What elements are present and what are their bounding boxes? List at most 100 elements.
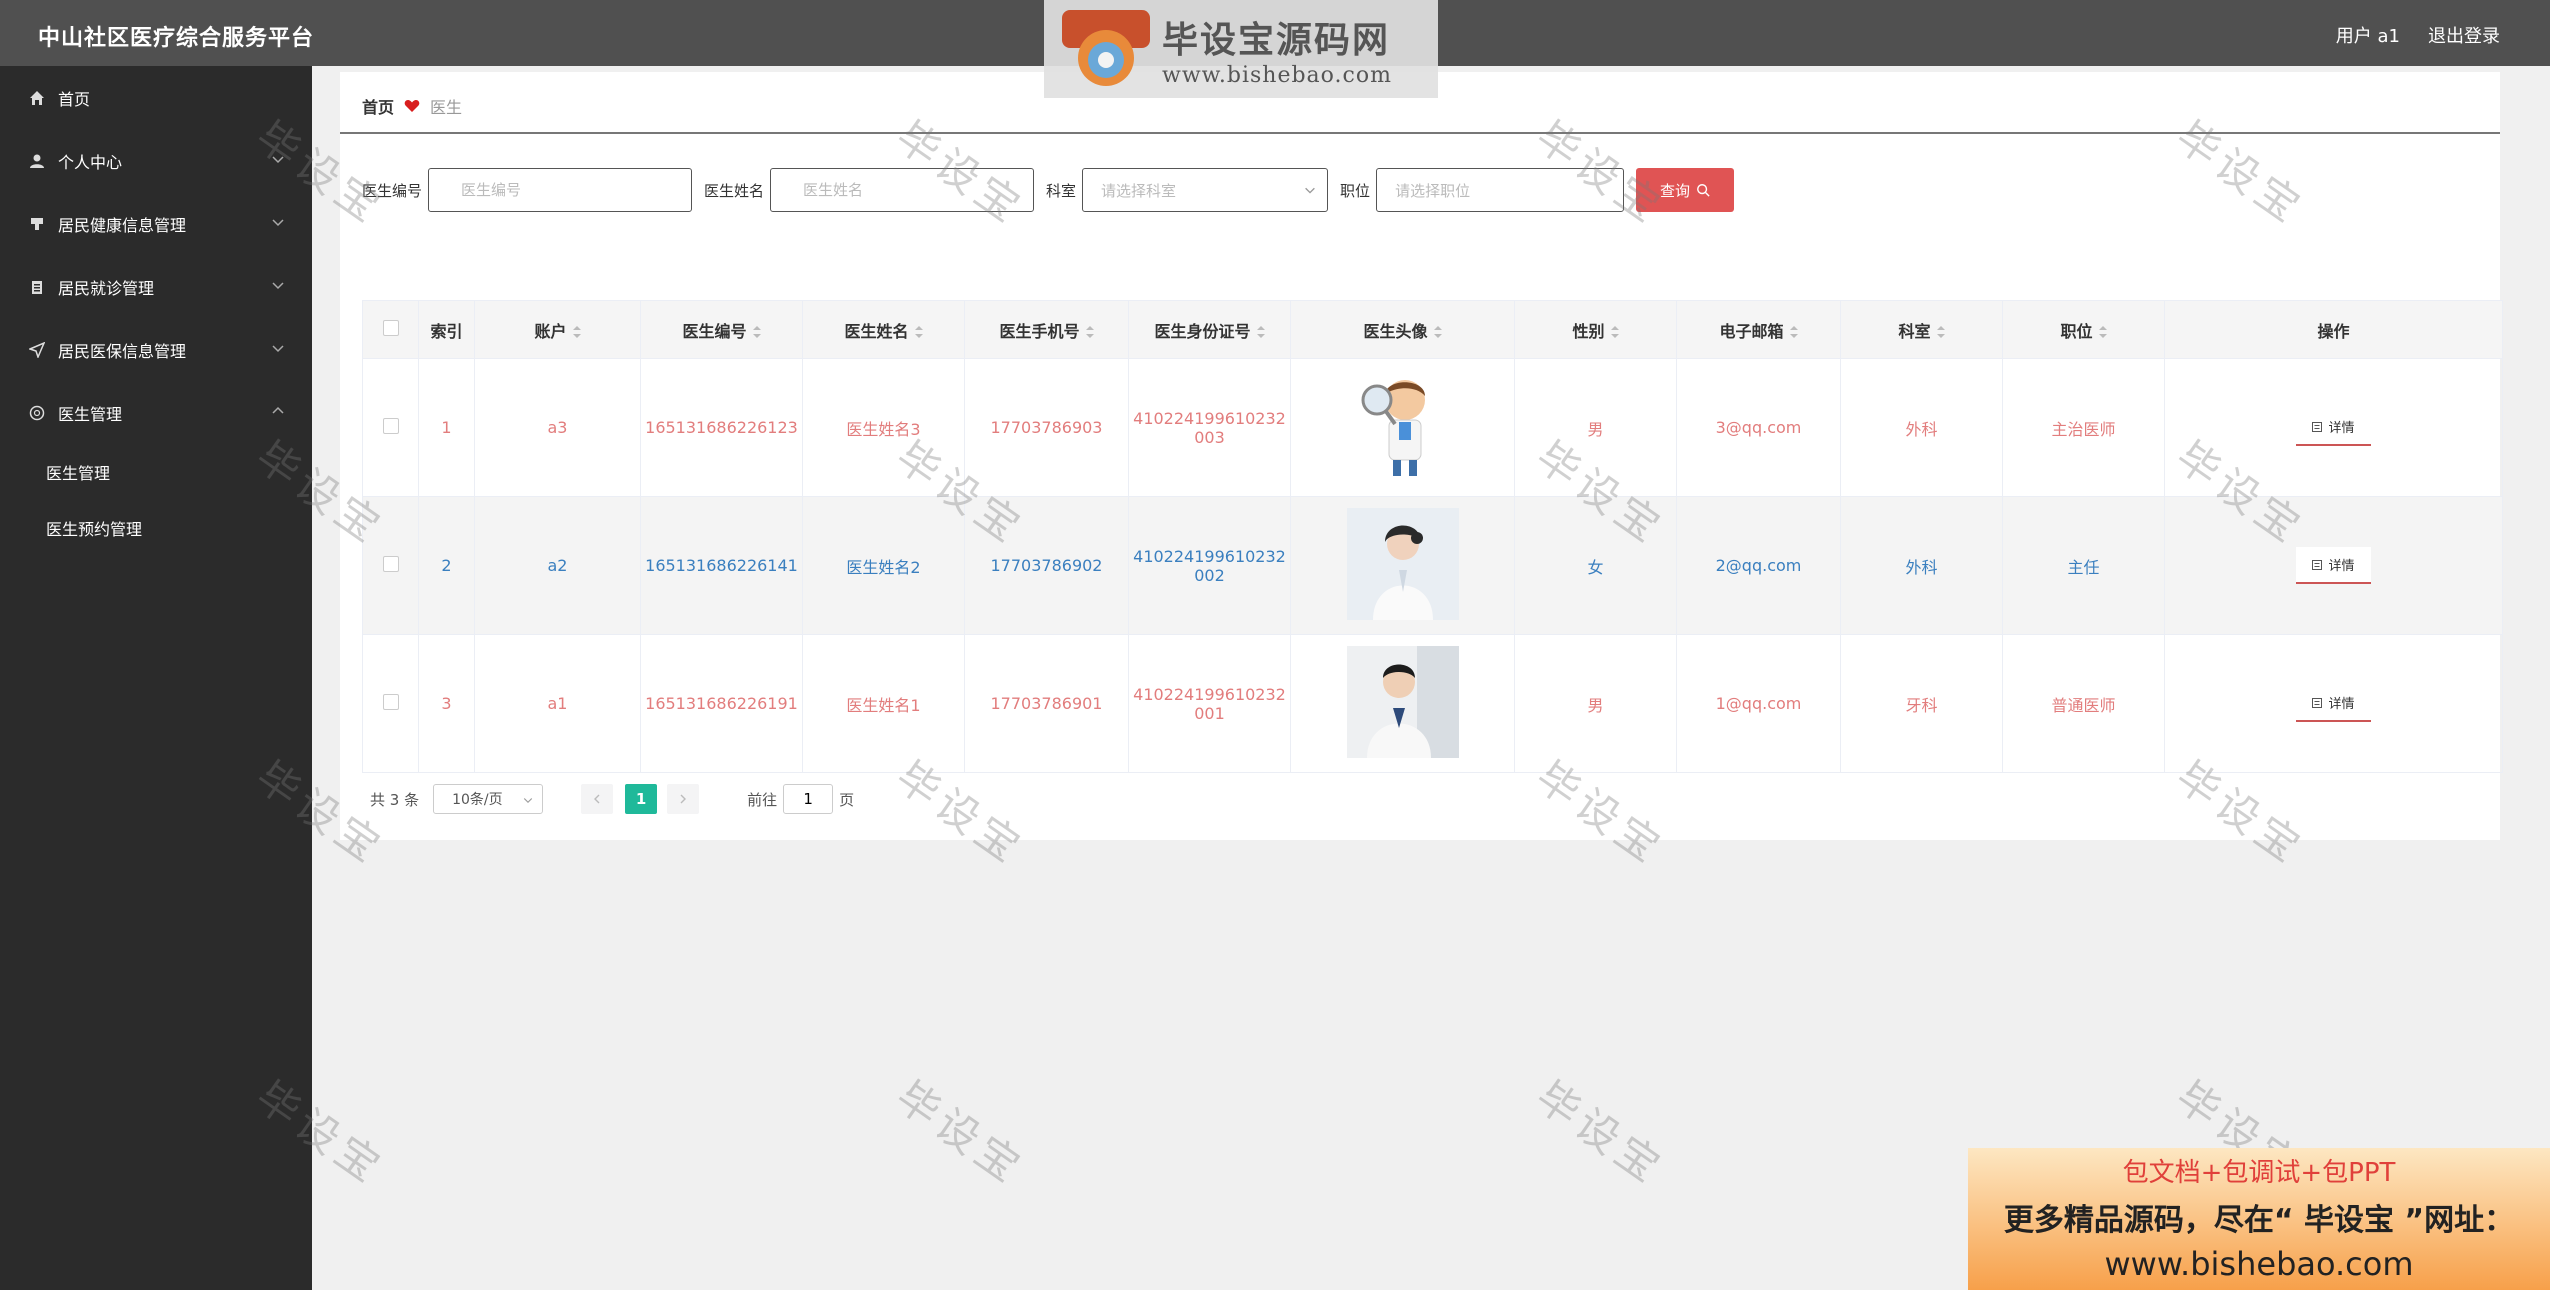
watermark-logo: 毕设宝源码网 www.bishebao.com bbox=[1044, 0, 1438, 98]
chevron-up-icon bbox=[272, 406, 284, 414]
submenu-doctor-management[interactable]: 医生管理 bbox=[0, 444, 312, 500]
watermark-logo-text: 毕设宝源码网 www.bishebao.com bbox=[1162, 11, 1392, 88]
sort-icon[interactable] bbox=[2098, 326, 2107, 338]
sort-icon[interactable] bbox=[1789, 326, 1798, 338]
col-gender[interactable]: 性别 bbox=[1514, 300, 1677, 359]
detail-icon bbox=[2312, 697, 2323, 708]
prev-page-button[interactable] bbox=[581, 784, 614, 814]
chevron-right-icon bbox=[680, 794, 687, 804]
select-all-cell bbox=[362, 300, 419, 359]
next-page-button[interactable] bbox=[667, 784, 700, 814]
select-all-checkbox[interactable] bbox=[382, 319, 399, 336]
col-email[interactable]: 电子邮箱 bbox=[1676, 300, 1841, 359]
breadcrumb-home[interactable]: 首页 bbox=[362, 94, 394, 118]
home-icon bbox=[28, 89, 46, 107]
sidebar-item-label: 首页 bbox=[58, 89, 91, 109]
sidebar-item-label: 医生管理 bbox=[58, 404, 123, 424]
detail-button[interactable]: 详情 bbox=[2296, 409, 2371, 446]
breadcrumb: 首页 医生 bbox=[362, 94, 462, 118]
row-checkbox[interactable] bbox=[382, 693, 399, 710]
watermark-site-name: 毕设宝源码网 bbox=[1162, 19, 1391, 61]
col-doctor-no[interactable]: 医生编号 bbox=[640, 300, 803, 359]
goto-suffix: 页 bbox=[839, 790, 855, 809]
table-row: 1 a3 165131686226123 医生姓名3 17703786903 4… bbox=[362, 358, 2503, 497]
promo-line-3: www.bishebao.com bbox=[2104, 1245, 2414, 1283]
filter-bar: 医生编号 医生姓名 科室 请选择科室 职位 请选择职位 查询 bbox=[362, 168, 1735, 212]
id-line-2: 002 bbox=[1194, 565, 1225, 585]
logout-link[interactable]: 退出登录 bbox=[2428, 22, 2500, 48]
sort-icon[interactable] bbox=[1936, 326, 1945, 338]
sort-icon[interactable] bbox=[752, 326, 761, 338]
user-icon bbox=[28, 152, 46, 170]
sort-icon[interactable] bbox=[1610, 326, 1619, 338]
col-action: 操作 bbox=[2164, 300, 2503, 359]
col-account[interactable]: 账户 bbox=[474, 300, 641, 359]
cell-email: 2@qq.com bbox=[1676, 496, 1841, 635]
sidebar-item-home[interactable]: 首页 bbox=[0, 66, 312, 129]
col-dept[interactable]: 科室 bbox=[1840, 300, 2003, 359]
sidebar-item-personal-center[interactable]: 个人中心 bbox=[0, 129, 312, 192]
col-avatar[interactable]: 医生头像 bbox=[1290, 300, 1515, 359]
table-header-row: 索引 账户 医生编号 医生姓名 医生手机号 医生身份证号 医生头像 性别 电子邮… bbox=[362, 300, 2503, 359]
doctor-name-input[interactable] bbox=[770, 168, 1035, 212]
search-button[interactable]: 查询 bbox=[1636, 168, 1735, 212]
cell-email: 3@qq.com bbox=[1676, 358, 1841, 497]
col-doctor-name[interactable]: 医生姓名 bbox=[802, 300, 965, 359]
chevron-down-icon bbox=[272, 282, 284, 290]
cell-gender: 女 bbox=[1514, 496, 1677, 635]
cell-phone: 17703786902 bbox=[964, 496, 1129, 635]
cell-id-card: 410224199610232 003 bbox=[1128, 358, 1291, 497]
sort-icon[interactable] bbox=[1433, 326, 1442, 338]
row-checkbox[interactable] bbox=[382, 417, 399, 434]
sort-icon[interactable] bbox=[914, 326, 923, 338]
id-line-1: 410224199610232 bbox=[1133, 408, 1286, 428]
row-checkbox[interactable] bbox=[382, 555, 399, 572]
id-line-2: 003 bbox=[1194, 427, 1225, 447]
page-number-current[interactable]: 1 bbox=[625, 784, 658, 814]
cell-avatar bbox=[1290, 496, 1515, 635]
page-size-select[interactable]: 10条/页 bbox=[433, 784, 544, 814]
sidebar-item-insurance-info[interactable]: 居民医保信息管理 bbox=[0, 318, 312, 381]
col-id-card[interactable]: 医生身份证号 bbox=[1128, 300, 1291, 359]
cell-index: 1 bbox=[418, 358, 475, 497]
chevron-down-icon bbox=[1305, 187, 1315, 194]
send-icon bbox=[28, 341, 46, 359]
cell-action: 详情 bbox=[2164, 634, 2503, 773]
cell-doctor-name: 医生姓名3 bbox=[802, 358, 965, 497]
col-label: 科室 bbox=[1898, 321, 1931, 341]
col-phone[interactable]: 医生手机号 bbox=[964, 300, 1129, 359]
col-label: 医生手机号 bbox=[999, 321, 1080, 341]
cell-position: 主任 bbox=[2002, 496, 2165, 635]
id-line-2: 001 bbox=[1194, 703, 1225, 723]
sort-icon[interactable] bbox=[572, 326, 581, 338]
sidebar-item-health-info[interactable]: 居民健康信息管理 bbox=[0, 192, 312, 255]
cell-action: 详情 bbox=[2164, 496, 2503, 635]
cell-dept: 外科 bbox=[1840, 496, 2003, 635]
sort-icon[interactable] bbox=[1256, 326, 1265, 338]
dept-select[interactable]: 请选择科室 bbox=[1082, 168, 1329, 212]
position-select[interactable]: 请选择职位 bbox=[1376, 168, 1625, 212]
col-position[interactable]: 职位 bbox=[2002, 300, 2165, 359]
goto-page-input[interactable] bbox=[783, 784, 834, 814]
row-select-cell bbox=[362, 634, 419, 773]
promo-banner[interactable]: 包文档+包调试+包PPT 更多精品源码，尽在“ 毕设宝 ”网址： www.bis… bbox=[1968, 1148, 2550, 1290]
cell-doctor-no: 165131686226191 bbox=[640, 634, 803, 773]
detail-icon bbox=[2312, 559, 2323, 570]
row-select-cell bbox=[362, 496, 419, 635]
chevron-left-icon bbox=[594, 794, 600, 804]
id-line-1: 410224199610232 bbox=[1133, 684, 1286, 704]
detail-button[interactable]: 详情 bbox=[2296, 547, 2371, 584]
detail-button[interactable]: 详情 bbox=[2296, 685, 2371, 722]
sidebar-item-visit-management[interactable]: 居民就诊管理 bbox=[0, 255, 312, 318]
cell-avatar bbox=[1290, 634, 1515, 773]
submenu-doctor-appointment[interactable]: 医生预约管理 bbox=[0, 500, 312, 556]
sort-icon[interactable] bbox=[1085, 326, 1094, 338]
chevron-down-icon bbox=[272, 219, 284, 227]
sidebar-item-doctor-management[interactable]: 医生管理 bbox=[0, 381, 312, 444]
col-label: 账户 bbox=[534, 321, 567, 341]
doctor-avatar-image bbox=[1346, 507, 1459, 620]
cell-position: 普通医师 bbox=[2002, 634, 2165, 773]
doctor-no-label: 医生编号 bbox=[362, 181, 423, 200]
doctor-name-label: 医生姓名 bbox=[704, 181, 765, 200]
doctor-no-input[interactable] bbox=[428, 168, 693, 212]
